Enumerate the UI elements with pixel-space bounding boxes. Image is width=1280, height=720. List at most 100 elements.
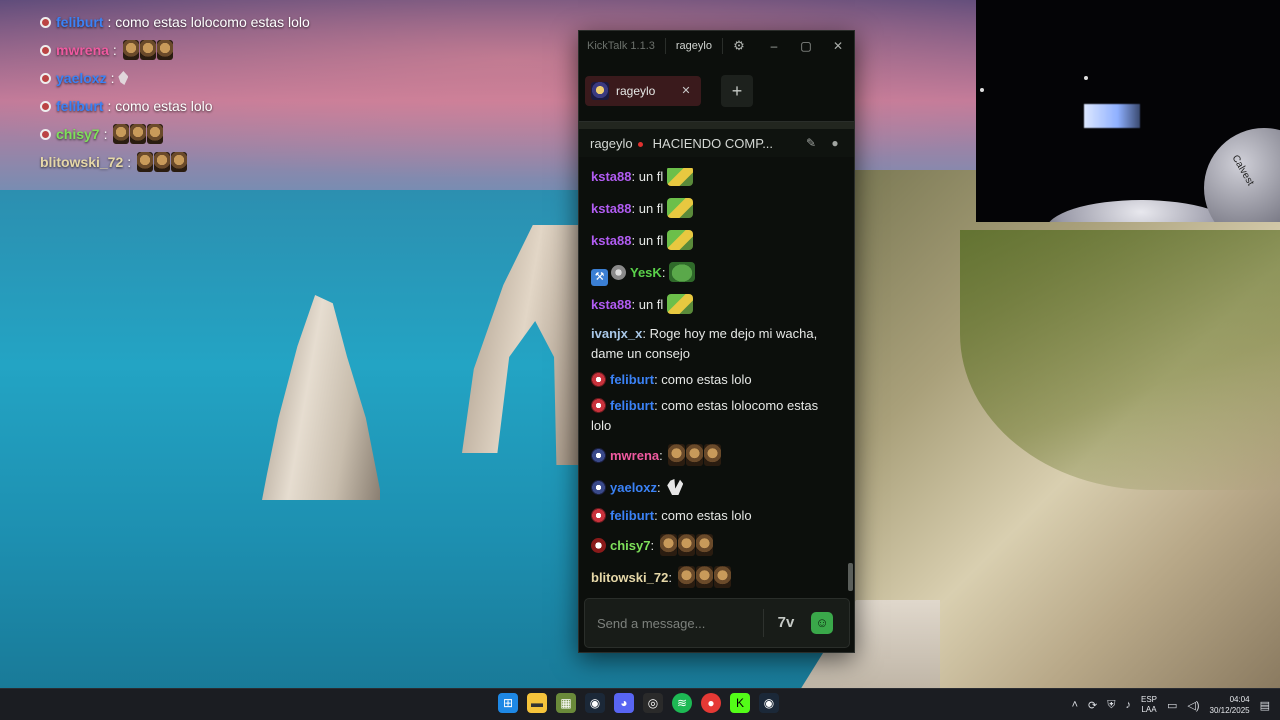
message-username[interactable]: ksta88 bbox=[591, 201, 631, 216]
kick-icon[interactable]: K bbox=[730, 693, 750, 713]
overlay-line: chisy7: bbox=[40, 120, 310, 148]
message-composer: 7v ☺ bbox=[584, 598, 850, 648]
kicktalk-window: KickTalk 1.1.3 rageylo ⚙ – ▢ ✕ rageylo ✕… bbox=[578, 30, 855, 653]
overlay-line: blitowski_72: bbox=[40, 148, 310, 176]
frog-emote-icon bbox=[666, 198, 693, 218]
webcam-feed: Calvest bbox=[976, 0, 1280, 222]
overlay-username: feliburt bbox=[56, 14, 104, 30]
wings-emote-icon bbox=[667, 479, 684, 495]
tab-label: rageylo bbox=[616, 84, 656, 98]
close-button[interactable]: ✕ bbox=[822, 31, 854, 61]
chat-message: ksta88: un fl bbox=[591, 168, 841, 187]
7tv-emote-button-icon[interactable]: 7v bbox=[775, 613, 797, 633]
taskbar: ⊞ ▬ ▦ ◉ ◕ ◎ ≋ ● K ◉ ˄ ⟳ ⛨ ♪ ESP LAA ▭ ◁)… bbox=[0, 688, 1280, 720]
chat-message: chisy7: bbox=[591, 534, 841, 556]
user-icon[interactable]: ● bbox=[828, 136, 842, 150]
shield-icon[interactable]: ⛨ bbox=[1107, 699, 1115, 712]
subscriber-badge-icon bbox=[591, 538, 606, 553]
subscriber-badge-icon bbox=[591, 372, 606, 387]
steam-icon[interactable]: ◉ bbox=[585, 693, 605, 713]
chat-message: feliburt: como estas lolocomo estas lolo bbox=[591, 398, 819, 433]
chat-messages[interactable]: ksta88: un fl ksta88: un fl ksta88: un f… bbox=[579, 168, 849, 596]
message-username[interactable]: feliburt bbox=[610, 508, 654, 523]
obs-icon[interactable]: ◎ bbox=[643, 693, 663, 713]
emote-trio-icon bbox=[668, 444, 722, 466]
subscriber-badge-icon bbox=[591, 448, 606, 463]
emote-trio-icon bbox=[677, 566, 731, 588]
message-username[interactable]: blitowski_72 bbox=[591, 570, 668, 585]
overlay-username: yaeloxz bbox=[56, 70, 107, 86]
notification-icon[interactable]: ▤ bbox=[1260, 699, 1270, 712]
language-indicator[interactable]: ESP LAA bbox=[1141, 695, 1157, 715]
title-divider bbox=[721, 38, 723, 54]
frog-emote-icon bbox=[666, 294, 693, 314]
message-username[interactable]: ivanjx_x bbox=[591, 326, 642, 341]
frog-emote-icon bbox=[666, 168, 693, 186]
title-divider bbox=[664, 38, 666, 54]
wings-emote-icon bbox=[118, 71, 129, 85]
minimize-button[interactable]: – bbox=[758, 31, 790, 61]
maximize-button[interactable]: ▢ bbox=[790, 31, 822, 61]
message-text: como estas lolo bbox=[661, 372, 752, 387]
overlay-line: yaeloxz: bbox=[40, 64, 310, 92]
message-username[interactable]: feliburt bbox=[610, 398, 654, 413]
sync-icon[interactable]: ⟳ bbox=[1088, 699, 1097, 712]
volume-icon[interactable]: ◁) bbox=[1187, 699, 1199, 712]
network-icon[interactable]: ▭ bbox=[1167, 699, 1177, 712]
subscriber-badge-icon bbox=[40, 100, 51, 112]
file-explorer-icon[interactable]: ▬ bbox=[527, 693, 547, 713]
close-tab-icon[interactable]: ✕ bbox=[679, 84, 693, 98]
chrome-icon[interactable]: ● bbox=[701, 693, 721, 713]
webcam-monitor-glow bbox=[1084, 104, 1140, 128]
overlay-username: mwrena bbox=[56, 42, 109, 58]
minecraft-icon[interactable]: ▦ bbox=[556, 693, 576, 713]
subscriber-badge-icon bbox=[40, 44, 51, 56]
badge-icon bbox=[611, 265, 626, 280]
message-input[interactable] bbox=[585, 599, 760, 647]
subscriber-badge-icon bbox=[591, 508, 606, 523]
taskbar-apps: ⊞ ▬ ▦ ◉ ◕ ◎ ≋ ● K ◉ bbox=[498, 693, 779, 713]
message-username[interactable]: feliburt bbox=[610, 372, 654, 387]
chat-message: ksta88: un fl bbox=[591, 294, 841, 315]
overlay-message: como estas lolo bbox=[115, 98, 213, 114]
emote-trio-icon bbox=[659, 534, 713, 556]
chat-scrollbar[interactable] bbox=[848, 563, 853, 591]
microphone-icon[interactable]: ♪ bbox=[1126, 699, 1132, 711]
discord-icon[interactable]: ◕ bbox=[614, 693, 634, 713]
message-username[interactable]: mwrena bbox=[610, 448, 659, 463]
subscriber-badge-icon bbox=[40, 128, 51, 140]
live-indicator-icon bbox=[637, 141, 643, 147]
overlay-line: feliburt: como estas lolo bbox=[40, 92, 310, 120]
message-username[interactable]: ksta88 bbox=[591, 169, 631, 184]
message-username[interactable]: chisy7 bbox=[610, 538, 650, 553]
titlebar[interactable]: KickTalk 1.1.3 rageylo ⚙ – ▢ ✕ bbox=[579, 31, 854, 61]
overlay-username: chisy7 bbox=[56, 126, 100, 142]
chat-message: ivanjx_x: Roge hoy me dejo mi wacha, dam… bbox=[591, 326, 818, 361]
message-username[interactable]: yaeloxz bbox=[610, 480, 657, 495]
spotify-icon[interactable]: ≋ bbox=[672, 693, 692, 713]
add-tab-button[interactable]: + bbox=[721, 75, 753, 107]
overlay-username: blitowski_72 bbox=[40, 154, 124, 170]
frog-emote-icon bbox=[666, 230, 693, 250]
steam-icon-2[interactable]: ◉ bbox=[759, 693, 779, 713]
start-menu-icon[interactable]: ⊞ bbox=[498, 693, 518, 713]
titlebar-channel: rageylo bbox=[675, 40, 712, 52]
message-text: un fl bbox=[638, 201, 664, 216]
tab-rageylo[interactable]: rageylo ✕ bbox=[585, 76, 701, 106]
overlay-line: mwrena: bbox=[40, 36, 310, 64]
message-username[interactable]: YesK bbox=[630, 265, 662, 280]
emote-trio-icon bbox=[113, 124, 164, 144]
clock[interactable]: 04:04 30/12/2025 bbox=[1210, 694, 1250, 716]
overlay-username: feliburt bbox=[56, 98, 104, 114]
chat-message: feliburt: como estas lolo bbox=[591, 370, 841, 390]
chevron-up-icon[interactable]: ˄ bbox=[1072, 699, 1078, 711]
kick-emote-button-icon[interactable]: ☺ bbox=[811, 612, 833, 634]
message-text: como estas lolo bbox=[661, 508, 752, 523]
message-text: un fl bbox=[638, 297, 664, 312]
chat-message: feliburt: como estas lolo bbox=[591, 506, 841, 526]
message-username[interactable]: ksta88 bbox=[591, 297, 631, 312]
system-tray: ˄ ⟳ ⛨ ♪ ESP LAA ▭ ◁) 04:04 30/12/2025 ▤ bbox=[1072, 689, 1270, 720]
message-username[interactable]: ksta88 bbox=[591, 233, 631, 248]
pin-icon[interactable]: ✎ bbox=[804, 136, 818, 150]
gear-icon[interactable]: ⚙ bbox=[732, 39, 746, 53]
